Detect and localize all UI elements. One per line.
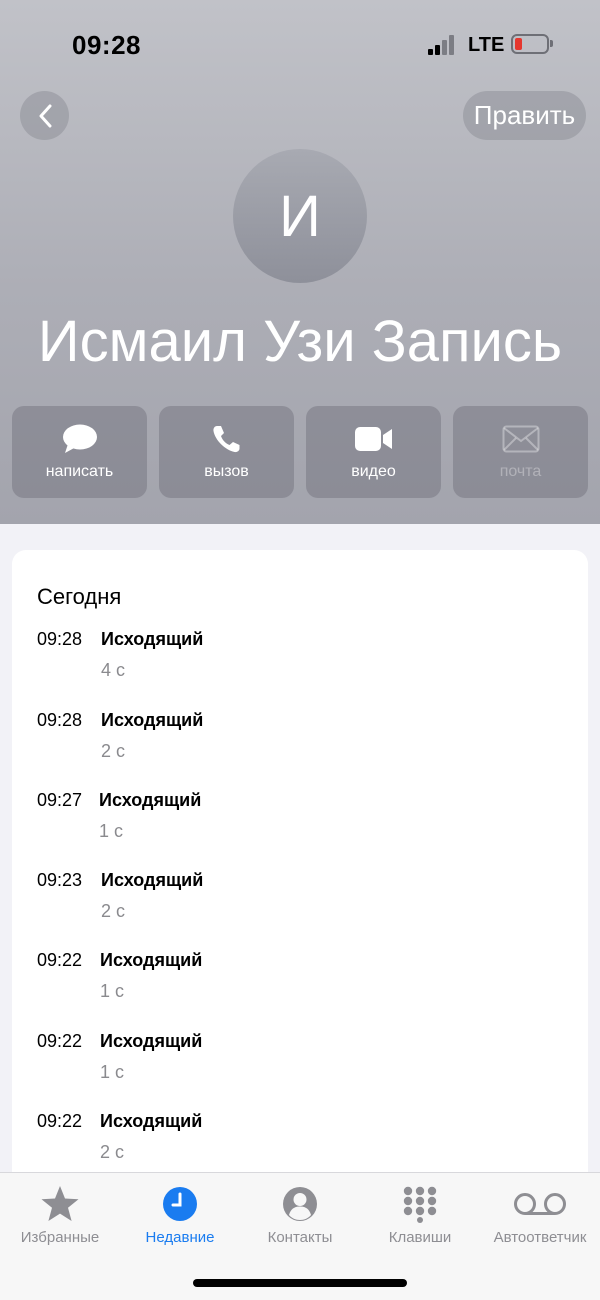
- call-time: 09:28: [37, 710, 83, 730]
- video-button[interactable]: видео: [306, 406, 441, 498]
- call-entry: 09:28 Исходящий 4 с: [37, 629, 577, 693]
- signal-strength-icon: [428, 35, 458, 55]
- call-duration: 4 с: [101, 660, 126, 680]
- call-time: 09:22: [37, 1111, 83, 1131]
- call-duration: 1 с: [99, 821, 124, 841]
- battery-tip: [550, 40, 553, 47]
- call-duration: 1 с: [100, 1062, 125, 1082]
- call-entry: 09:22 Исходящий 1 с: [37, 1031, 577, 1095]
- call-entry: 09:22 Исходящий 2 с: [37, 1111, 577, 1175]
- call-type: Исходящий: [100, 1031, 203, 1051]
- status-time: 09:28: [72, 30, 141, 60]
- call-type: Исходящий: [101, 629, 204, 649]
- call-type: Исходящий: [100, 950, 203, 970]
- tab-bar: Избранные Недавние Контакты Клавиши Авто…: [0, 1172, 600, 1300]
- tab-keypad[interactable]: Клавиши: [360, 1185, 480, 1255]
- tab-voicemail[interactable]: Автоответчик: [480, 1185, 600, 1255]
- avatar: И: [233, 149, 367, 283]
- tab-recents[interactable]: Недавние: [120, 1185, 240, 1255]
- call-type: Исходящий: [101, 710, 204, 730]
- section-title: Сегодня: [37, 584, 122, 609]
- call-entry: 09:22 Исходящий 1 с: [37, 950, 577, 1014]
- call-type: Исходящий: [100, 1111, 203, 1131]
- tab-contacts[interactable]: Контакты: [240, 1185, 360, 1255]
- call-type: Исходящий: [101, 870, 204, 890]
- call-label: вызов: [204, 463, 249, 480]
- call-time: 09:22: [37, 950, 83, 970]
- call-time: 09:27: [37, 790, 83, 810]
- star-icon: [0, 1185, 120, 1223]
- edit-button[interactable]: Править: [463, 91, 586, 140]
- call-duration: 1 с: [100, 981, 125, 1001]
- tab-keypad-label: Клавиши: [388, 1229, 452, 1246]
- video-label: видео: [351, 463, 396, 480]
- voicemail-icon: [480, 1185, 600, 1223]
- envelope-icon: [453, 424, 588, 454]
- call-time: 09:23: [37, 870, 83, 890]
- tab-voicemail-label: Автоответчик: [493, 1229, 587, 1246]
- clock-icon: [120, 1185, 240, 1223]
- call-type: Исходящий: [99, 790, 202, 810]
- video-camera-icon: [306, 424, 441, 454]
- tab-recents-label: Недавние: [145, 1229, 215, 1246]
- person-circle-icon: [240, 1185, 360, 1223]
- call-time: 09:22: [37, 1031, 83, 1051]
- call-time: 09:28: [37, 629, 83, 649]
- back-button[interactable]: [20, 91, 69, 140]
- call-history-card: Сегодня 09:28 Исходящий 4 с 09:28 Исходя…: [12, 550, 588, 1230]
- message-label: написать: [45, 463, 114, 480]
- phone-icon: [159, 424, 294, 454]
- mail-button[interactable]: почта: [453, 406, 588, 498]
- tab-favorites[interactable]: Избранные: [0, 1185, 120, 1255]
- battery-icon: [511, 34, 549, 54]
- message-button[interactable]: написать: [12, 406, 147, 498]
- call-duration: 2 с: [101, 741, 126, 761]
- contact-header: 09:28 LTE Править И Исмаил Узи Запись на…: [0, 0, 600, 524]
- call-entry: 09:23 Исходящий 2 с: [37, 870, 577, 934]
- tab-contacts-label: Контакты: [267, 1229, 333, 1246]
- call-button[interactable]: вызов: [159, 406, 294, 498]
- call-entry: 09:28 Исходящий 2 с: [37, 710, 577, 774]
- call-duration: 2 с: [101, 901, 126, 921]
- home-indicator: [193, 1279, 407, 1287]
- call-duration: 2 с: [100, 1142, 125, 1162]
- mail-label: почта: [499, 463, 542, 480]
- action-buttons: написать вызов видео почта: [12, 406, 588, 498]
- keypad-icon: [360, 1185, 480, 1223]
- message-bubble-icon: [12, 424, 147, 454]
- contact-name: Исмаил Узи Запись: [37, 309, 563, 374]
- chevron-left-icon: [39, 104, 51, 127]
- network-type: LTE: [468, 34, 505, 56]
- call-entry: 09:27 Исходящий 1 с: [37, 790, 577, 854]
